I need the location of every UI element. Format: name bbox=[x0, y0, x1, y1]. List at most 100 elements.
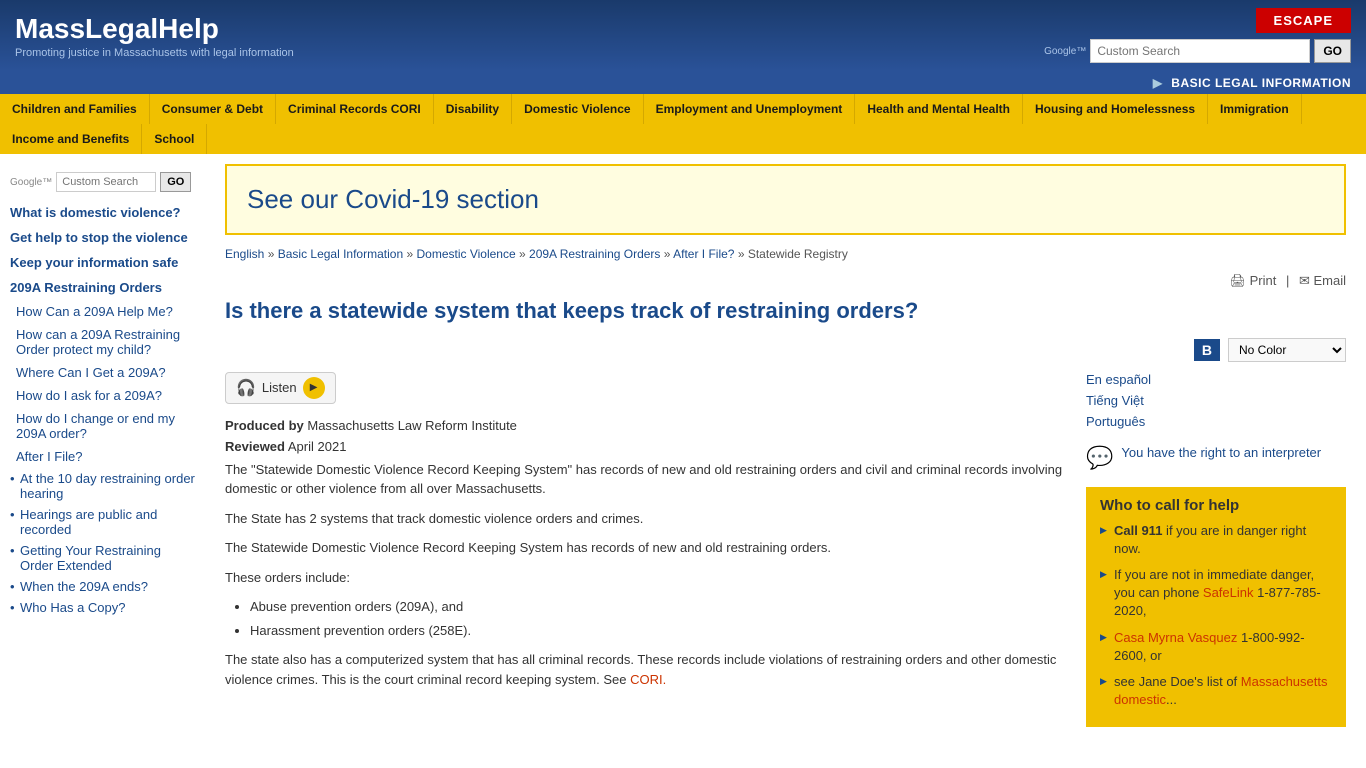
email-icon: ✉ bbox=[1299, 273, 1310, 288]
sidebar-link-5[interactable]: How can a 209A Restraining Order protect… bbox=[0, 323, 205, 361]
portugues-link[interactable]: Português bbox=[1086, 414, 1346, 429]
para-2: The State has 2 systems that track domes… bbox=[225, 509, 1066, 529]
sidebar-link-4[interactable]: How Can a 209A Help Me? bbox=[0, 300, 205, 323]
reviewed-line: Reviewed April 2021 bbox=[225, 439, 1066, 454]
listen-button[interactable]: Listen bbox=[262, 380, 297, 395]
sidebar-link-13[interactable]: When the 209A ends? bbox=[0, 576, 205, 597]
interpreter-icon: 💬 bbox=[1086, 445, 1113, 471]
breadcrumb: English » Basic Legal Information » Dome… bbox=[225, 247, 1346, 261]
covid-banner-text: See our Covid-19 section bbox=[247, 184, 1324, 215]
header-right: ESCAPE Google™ GO bbox=[1044, 8, 1351, 63]
sidebar-link-1[interactable]: Get help to stop the violence bbox=[0, 225, 205, 250]
sidebar-links: What is domestic violence?Get help to st… bbox=[0, 200, 205, 618]
sidebar-link-6[interactable]: Where Can I Get a 209A? bbox=[0, 361, 205, 384]
basic-legal-label: BASIC LEGAL INFORMATION bbox=[1171, 76, 1351, 90]
breadcrumb-basic-legal[interactable]: Basic Legal Information bbox=[278, 247, 403, 261]
color-select[interactable]: No ColorHigh ContrastYellow on Black bbox=[1228, 338, 1346, 362]
sidebar-link-3[interactable]: 209A Restraining Orders bbox=[0, 275, 205, 300]
para-cori: The state also has a computerized system… bbox=[225, 650, 1066, 689]
site-title[interactable]: MassLegalHelp bbox=[15, 13, 219, 44]
para-1: The "Statewide Domestic Violence Record … bbox=[225, 460, 1066, 499]
breadcrumb-after-i-file[interactable]: After I File? bbox=[673, 247, 734, 261]
tieng-viet-link[interactable]: Tiếng Việt bbox=[1086, 393, 1346, 408]
main-text: 🎧 Listen ▶ Produced by Massachusetts Law… bbox=[225, 372, 1066, 728]
jane-doe-link[interactable]: Massachusetts domestic bbox=[1114, 674, 1327, 707]
basic-legal-bar[interactable]: ▶ BASIC LEGAL INFORMATION bbox=[0, 71, 1366, 94]
nav-item-housing-and-homelessness[interactable]: Housing and Homelessness bbox=[1023, 94, 1208, 124]
sidebar: Google™ GO What is domestic violence?Get… bbox=[0, 154, 205, 747]
print-icon: 🖨 bbox=[1229, 273, 1246, 288]
print-link[interactable]: Print bbox=[1250, 273, 1277, 288]
covid-banner[interactable]: See our Covid-19 section bbox=[225, 164, 1346, 235]
header: MassLegalHelp Promoting justice in Massa… bbox=[0, 0, 1366, 71]
breadcrumb-209a[interactable]: 209A Restraining Orders bbox=[529, 247, 660, 261]
escape-button[interactable]: ESCAPE bbox=[1256, 8, 1351, 33]
nav-item-children-and-families[interactable]: Children and Families bbox=[0, 94, 150, 124]
email-link[interactable]: Email bbox=[1313, 273, 1346, 288]
sidebar-search-input[interactable] bbox=[56, 172, 156, 192]
who-to-call-box: Who to call for help Call 911 if you are… bbox=[1086, 487, 1346, 728]
cori-link[interactable]: CORI. bbox=[630, 672, 666, 687]
nav-item-criminal-records-cori[interactable]: Criminal Records CORI bbox=[276, 94, 434, 124]
nav-item-employment-and-unemployment[interactable]: Employment and Unemployment bbox=[644, 94, 856, 124]
separator: | bbox=[1286, 273, 1289, 288]
sidebar-search: Google™ GO bbox=[0, 164, 205, 200]
para-orders-include: These orders include: bbox=[225, 568, 1066, 588]
header-search-input[interactable] bbox=[1090, 39, 1310, 63]
nav-item-domestic-violence[interactable]: Domestic Violence bbox=[512, 94, 644, 124]
sidebar-link-14[interactable]: Who Has a Copy? bbox=[0, 597, 205, 618]
sidebar-link-7[interactable]: How do I ask for a 209A? bbox=[0, 384, 205, 407]
sidebar-search-button[interactable]: GO bbox=[160, 172, 191, 192]
interpreter-link[interactable]: You have the right to an interpreter bbox=[1121, 445, 1321, 460]
reviewed-label: Reviewed bbox=[225, 439, 285, 454]
nav-item-disability[interactable]: Disability bbox=[434, 94, 512, 124]
header-left: MassLegalHelp Promoting justice in Massa… bbox=[15, 13, 294, 59]
interpreter-box: 💬 You have the right to an interpreter bbox=[1086, 445, 1346, 471]
produced-by-label: Produced by bbox=[225, 418, 304, 433]
nav-item-health-and-mental-health[interactable]: Health and Mental Health bbox=[855, 94, 1023, 124]
casa-myrna-link[interactable]: Casa Myrna Vasquez bbox=[1114, 630, 1237, 645]
sidebar-link-2[interactable]: Keep your information safe bbox=[0, 250, 205, 275]
sidebar-link-10[interactable]: At the 10 day restraining order hearing bbox=[0, 468, 205, 504]
reviewed-date: April 2021 bbox=[288, 439, 347, 454]
basic-legal-arrow: ▶ bbox=[1153, 76, 1163, 90]
google-label: Google™ bbox=[1044, 46, 1086, 57]
espanol-link[interactable]: En español bbox=[1086, 372, 1346, 387]
nav-item-school[interactable]: School bbox=[142, 124, 207, 154]
print-email-bar: 🖨 Print | ✉ Email bbox=[225, 273, 1346, 289]
order-item-0: Abuse prevention orders (209A), and bbox=[250, 597, 1066, 617]
order-list: Abuse prevention orders (209A), and Hara… bbox=[250, 597, 1066, 640]
language-links: En español Tiếng Việt Português bbox=[1086, 372, 1346, 429]
content-inner: 🎧 Listen ▶ Produced by Massachusetts Law… bbox=[225, 372, 1346, 728]
sidebar-link-11[interactable]: Hearings are public and recorded bbox=[0, 504, 205, 540]
browsealoud-button[interactable]: B bbox=[1194, 339, 1220, 361]
content-area: See our Covid-19 section English » Basic… bbox=[205, 154, 1366, 747]
sidebar-link-9[interactable]: After I File? bbox=[0, 445, 205, 468]
call-item-janedoe: see Jane Doe's list of Massachusetts dom… bbox=[1100, 673, 1332, 709]
nav-item-immigration[interactable]: Immigration bbox=[1208, 94, 1302, 124]
nav-bar: Children and FamiliesConsumer & DebtCrim… bbox=[0, 94, 1366, 154]
right-sidebar: En español Tiếng Việt Português 💬 You ha… bbox=[1086, 372, 1346, 728]
nav-item-income-and-benefits[interactable]: Income and Benefits bbox=[0, 124, 142, 154]
listen-bar: 🎧 Listen ▶ bbox=[225, 372, 336, 404]
para-3: The Statewide Domestic Violence Record K… bbox=[225, 538, 1066, 558]
sidebar-link-0[interactable]: What is domestic violence? bbox=[0, 200, 205, 225]
breadcrumb-domestic-violence[interactable]: Domestic Violence bbox=[416, 247, 515, 261]
produced-by: Produced by Massachusetts Law Reform Ins… bbox=[225, 418, 1066, 433]
call-911-strong: Call 911 bbox=[1114, 523, 1162, 538]
order-item-1: Harassment prevention orders (258E). bbox=[250, 621, 1066, 641]
play-button[interactable]: ▶ bbox=[303, 377, 325, 399]
header-search: Google™ GO bbox=[1044, 39, 1351, 63]
browsealoud-bar: B No ColorHigh ContrastYellow on Black bbox=[225, 338, 1346, 362]
produced-by-org: Massachusetts Law Reform Institute bbox=[307, 418, 517, 433]
breadcrumb-english[interactable]: English bbox=[225, 247, 264, 261]
call-item-casa: Casa Myrna Vasquez 1-800-992-2600, or bbox=[1100, 629, 1332, 665]
nav-item-consumer--debt[interactable]: Consumer & Debt bbox=[150, 94, 276, 124]
sidebar-google-label: Google™ bbox=[10, 177, 52, 188]
article-body: The "Statewide Domestic Violence Record … bbox=[225, 460, 1066, 690]
sidebar-link-8[interactable]: How do I change or end my 209A order? bbox=[0, 407, 205, 445]
safelink-link[interactable]: SafeLink bbox=[1203, 585, 1254, 600]
call-item-911: Call 911 if you are in danger right now. bbox=[1100, 522, 1332, 558]
sidebar-link-12[interactable]: Getting Your Restraining Order Extended bbox=[0, 540, 205, 576]
header-search-button[interactable]: GO bbox=[1314, 39, 1351, 63]
